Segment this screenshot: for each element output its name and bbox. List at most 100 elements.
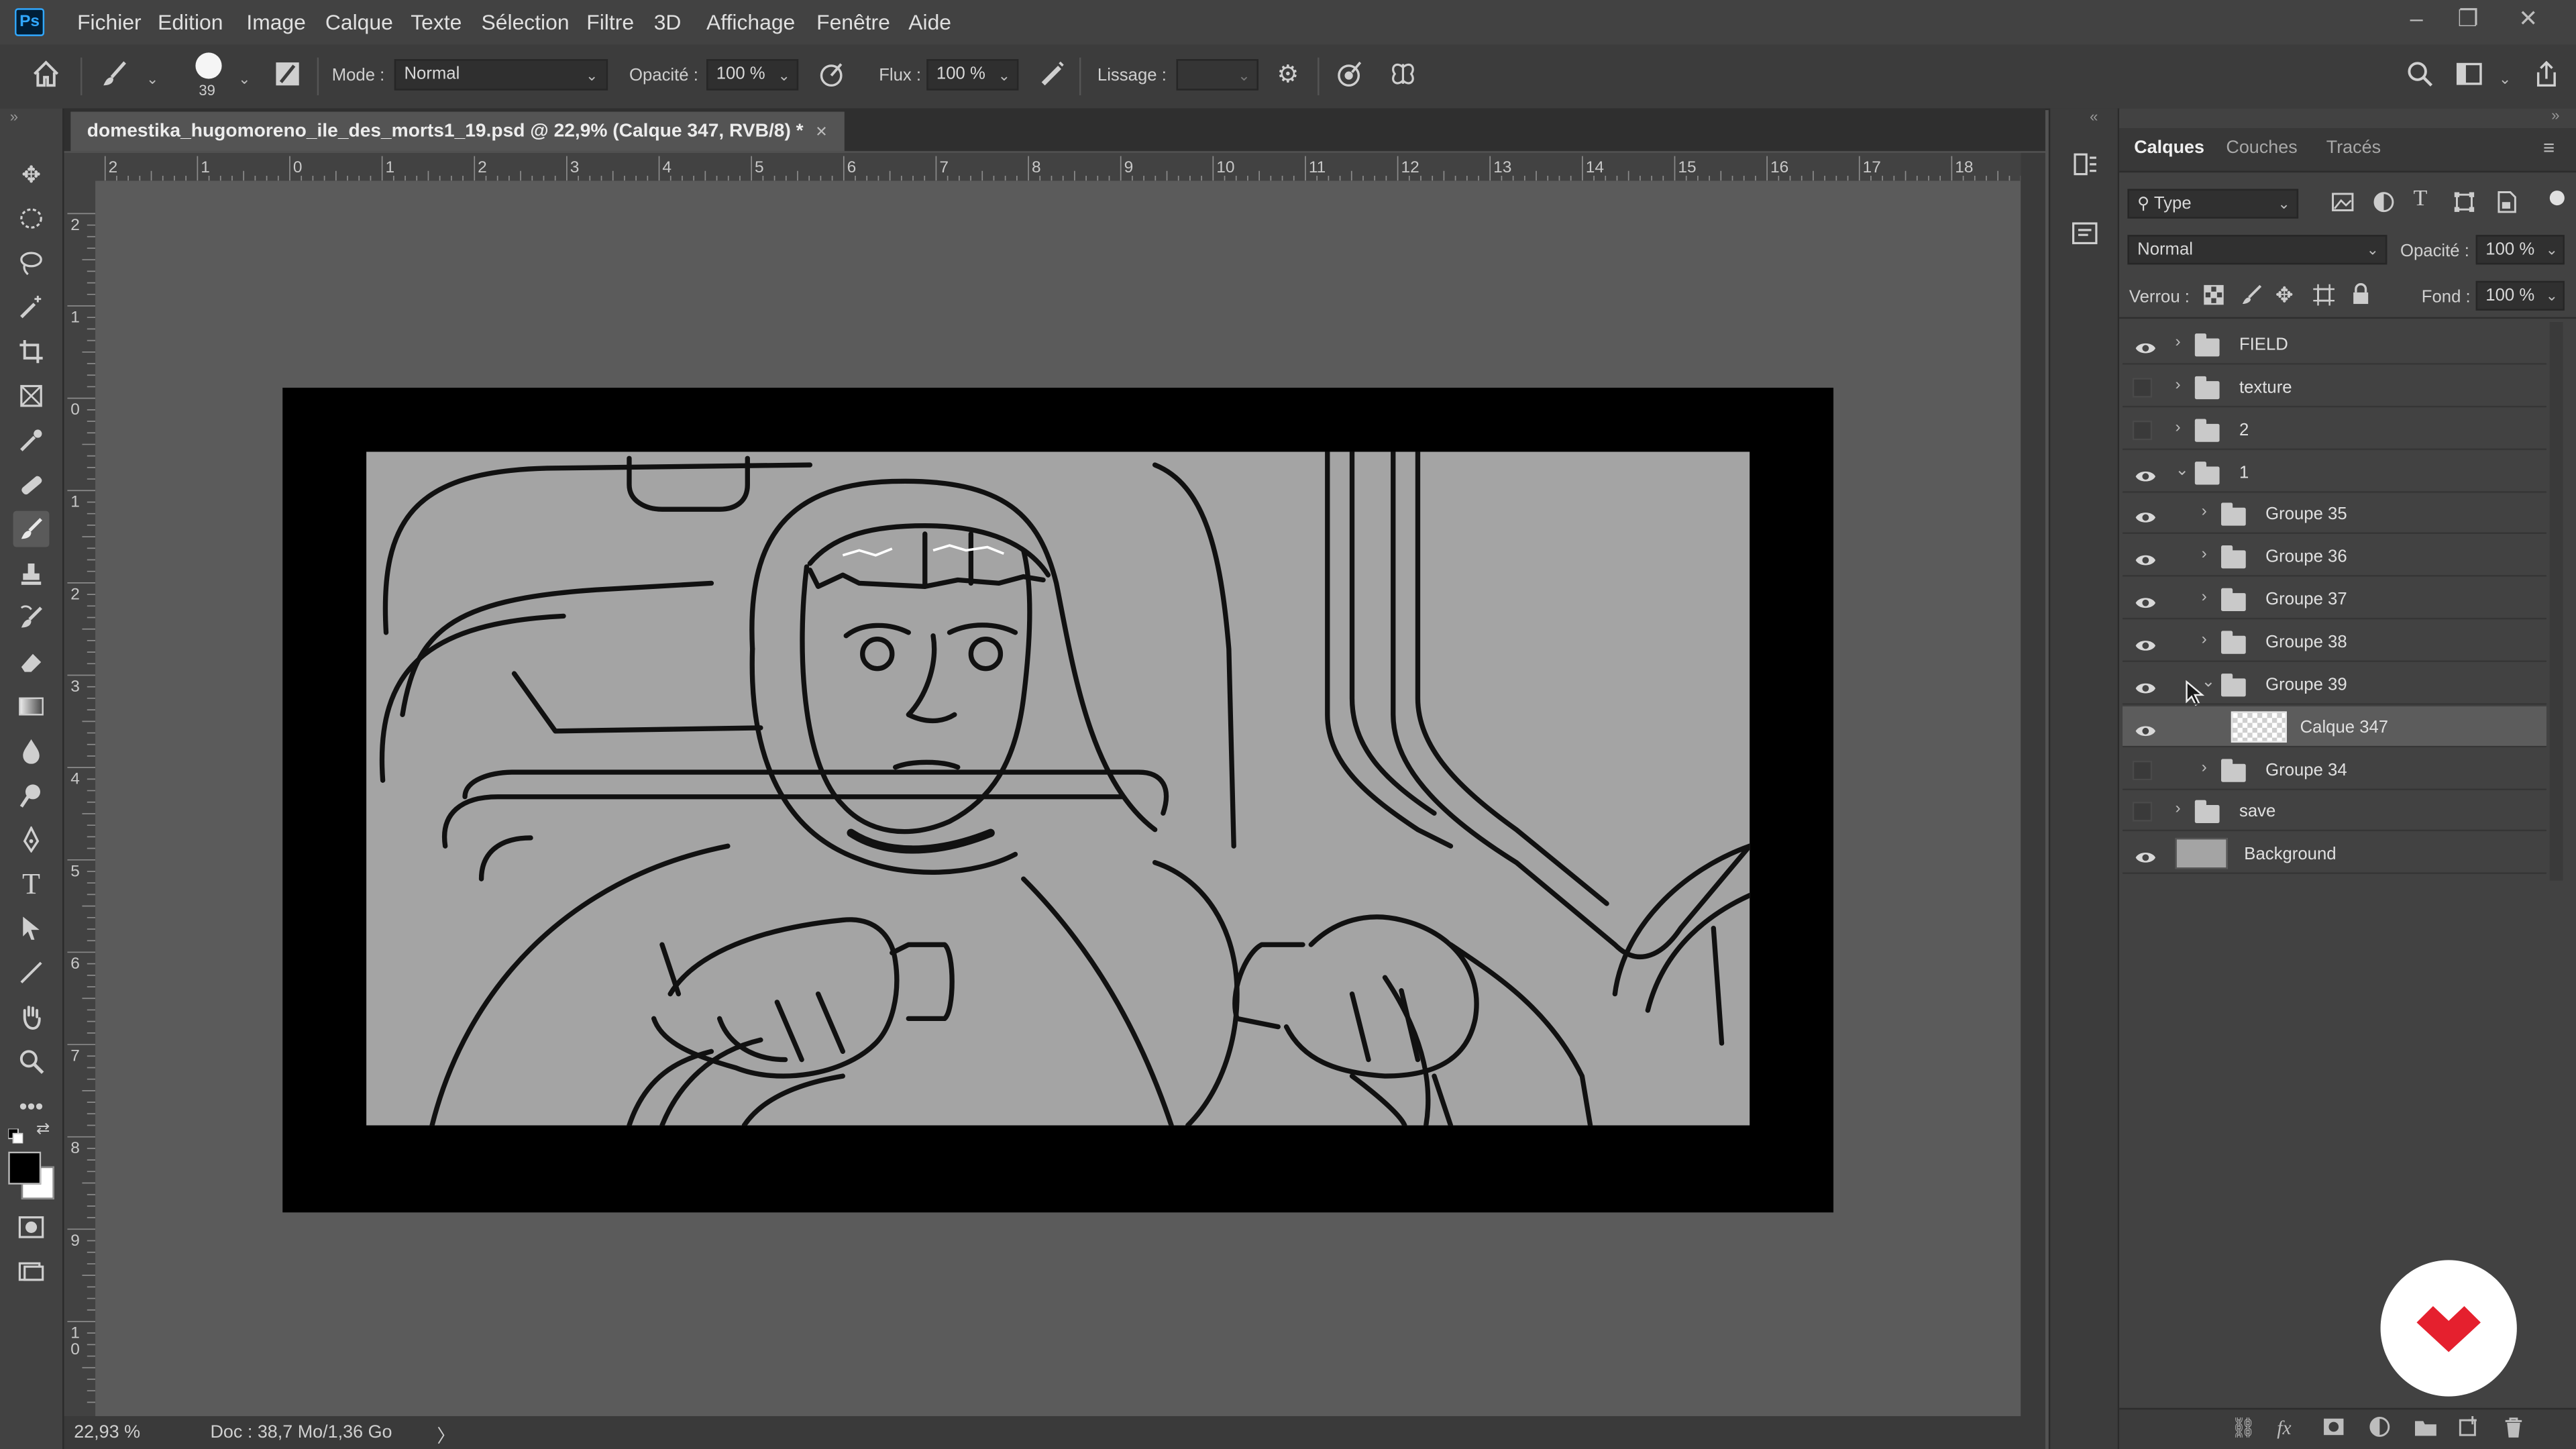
vertical-scrollbar[interactable] [2021, 152, 2045, 1417]
eye-icon[interactable] [2134, 505, 2157, 528]
chevron-right-icon[interactable]: › [2175, 800, 2180, 818]
marquee-tool-icon[interactable] [13, 201, 50, 237]
lock-pixels-icon[interactable] [2241, 284, 2263, 307]
smoothing-field[interactable]: ⌄ [1176, 59, 1258, 91]
new-group-icon[interactable] [2414, 1416, 2438, 1439]
crop-tool-icon[interactable] [13, 333, 50, 370]
pressure-size-icon[interactable] [1332, 59, 1365, 92]
visibility-toggle[interactable] [2132, 420, 2153, 440]
clone-stamp-icon[interactable] [13, 555, 50, 592]
menu-filtre[interactable]: Filtre [586, 10, 634, 35]
filter-type-icon[interactable]: T [2414, 187, 2428, 213]
blend-mode-select[interactable]: Normal ⌄ [2127, 235, 2387, 265]
workspace-icon[interactable] [2453, 59, 2485, 92]
layer-opacity-field[interactable]: 100 % ⌄ [2475, 235, 2565, 265]
menu-image[interactable]: Image [246, 10, 306, 35]
layer-filter-select[interactable]: ⚲ Type ⌄ [2127, 189, 2299, 219]
chevron-right-icon[interactable]: › [2202, 503, 2207, 521]
layer-row[interactable] [2123, 791, 2546, 833]
tab-paths[interactable]: Tracés [2326, 138, 2381, 158]
magic-wand-icon[interactable] [13, 289, 50, 325]
more-tools-icon[interactable]: ••• [13, 1087, 50, 1124]
chevron-right-icon[interactable]: › [2175, 333, 2180, 352]
line-tool-icon[interactable] [13, 955, 50, 991]
lock-all-icon[interactable] [2351, 282, 2373, 305]
chevron-down-icon[interactable]: ⌄ [238, 70, 250, 89]
foreground-color-swatch[interactable] [8, 1151, 42, 1185]
eye-icon[interactable] [2134, 590, 2157, 612]
lasso-tool-icon[interactable] [13, 245, 50, 281]
brush-preset-icon[interactable] [99, 59, 131, 92]
lock-artboard-icon[interactable] [2313, 284, 2336, 307]
pressure-opacity-icon[interactable] [815, 59, 848, 92]
menu-aide[interactable]: Aide [908, 10, 951, 35]
chevron-down-icon[interactable]: ⌄ [2175, 461, 2189, 479]
filter-toggle[interactable] [2549, 191, 2565, 206]
chevron-right-icon[interactable]: › [2202, 546, 2207, 564]
menu-edition[interactable]: Edition [158, 10, 223, 35]
lock-transparency-icon[interactable] [2203, 284, 2226, 307]
eye-icon[interactable] [2134, 547, 2157, 570]
menu-selection[interactable]: Sélection [482, 10, 570, 35]
symmetry-icon[interactable] [1387, 59, 1419, 92]
chevron-right-icon[interactable]: › [2175, 419, 2180, 437]
chevron-right-icon[interactable]: › [2202, 631, 2207, 649]
blur-tool-icon[interactable] [13, 733, 50, 769]
chevron-right-icon[interactable]: › [2175, 376, 2180, 394]
menu-affichage[interactable]: Affichage [706, 10, 795, 35]
chevron-right-icon[interactable]: › [2202, 758, 2207, 776]
eye-icon[interactable] [2134, 633, 2157, 655]
filter-adjustment-icon[interactable] [2372, 191, 2398, 217]
eye-icon[interactable] [2134, 845, 2157, 867]
search-icon[interactable] [2404, 59, 2436, 92]
chevron-down-icon[interactable]: ⌄ [2499, 70, 2511, 89]
status-menu-arrow[interactable]: 〉 [437, 1423, 455, 1449]
opacity-field[interactable]: 100 % ⌄ [706, 59, 799, 91]
brush-tool-icon[interactable] [13, 511, 50, 547]
eyedropper-icon[interactable] [13, 422, 50, 458]
layer-style-fx-icon[interactable]: fx [2277, 1416, 2291, 1441]
hand-tool-icon[interactable] [13, 999, 50, 1035]
eye-icon[interactable] [2134, 463, 2157, 486]
lock-position-icon[interactable]: ✥ [2275, 282, 2294, 309]
menu-texte[interactable]: Texte [411, 10, 462, 35]
layer-row[interactable] [2123, 409, 2546, 450]
layers-scrollbar[interactable] [2549, 322, 2563, 881]
panel-menu-icon[interactable]: ≡ [2543, 136, 2555, 159]
canvas-drawing[interactable] [366, 451, 1750, 1126]
move-tool-icon[interactable]: ✥ [13, 156, 50, 193]
link-layers-icon[interactable]: ⛓ [2231, 1416, 2256, 1439]
pen-tool-icon[interactable] [13, 821, 50, 857]
visibility-toggle[interactable] [2132, 377, 2153, 398]
share-icon[interactable] [2530, 59, 2563, 92]
history-panel-icon[interactable] [2070, 150, 2100, 179]
type-tool-icon[interactable]: T [13, 866, 50, 902]
layer-row[interactable] [2123, 323, 2546, 365]
eraser-icon[interactable] [13, 644, 50, 680]
filter-shape-icon[interactable] [2453, 191, 2479, 217]
expand-panels-icon[interactable]: « [2090, 109, 2098, 125]
menu-fenetre[interactable]: Fenêtre [816, 10, 890, 35]
airbrush-icon[interactable] [1035, 59, 1068, 92]
layer-row[interactable] [2123, 366, 2546, 407]
history-brush-icon[interactable] [13, 600, 50, 636]
brush-tip-icon[interactable] [195, 52, 222, 79]
add-mask-icon[interactable] [2323, 1416, 2346, 1439]
default-colors-icon[interactable] [7, 1122, 24, 1144]
eye-icon[interactable] [2134, 717, 2157, 740]
quick-mask-icon[interactable] [13, 1209, 50, 1245]
chevron-down-icon[interactable]: ⌄ [146, 70, 158, 89]
swap-colors-icon[interactable]: ⇄ [36, 1120, 50, 1138]
gear-icon[interactable]: ⚙ [1272, 59, 1305, 92]
properties-panel-icon[interactable] [2070, 219, 2100, 248]
new-adjustment-icon[interactable] [2369, 1416, 2392, 1439]
new-layer-icon[interactable] [2458, 1416, 2481, 1439]
close-window-button[interactable]: ✕ [2518, 5, 2538, 33]
filter-pixel-icon[interactable] [2331, 191, 2357, 217]
eye-icon[interactable] [2134, 335, 2157, 358]
dodge-tool-icon[interactable] [13, 777, 50, 813]
path-selection-icon[interactable] [13, 910, 50, 947]
zoom-level[interactable]: 22,93 % [74, 1423, 140, 1442]
mode-select[interactable]: Normal ⌄ [394, 59, 608, 91]
restore-button[interactable]: ❐ [2458, 5, 2479, 33]
